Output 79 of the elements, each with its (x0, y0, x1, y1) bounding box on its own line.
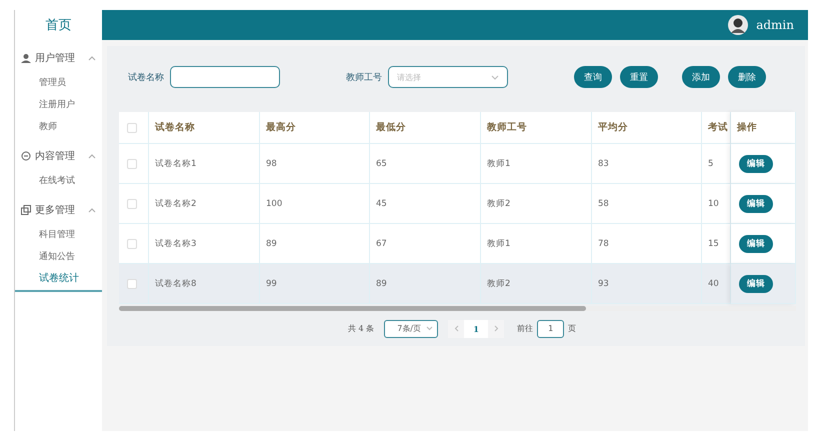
menu-item[interactable]: 在线考试 (15, 170, 102, 192)
page-input[interactable]: 1 (537, 320, 564, 338)
field-label: 试卷名称 (128, 72, 164, 84)
edit-button[interactable]: 编辑 (739, 194, 773, 213)
table-cell: 试卷名称8 (155, 278, 196, 290)
table-cell: 试卷名称2 (155, 198, 196, 210)
table-cell: 67 (376, 238, 387, 249)
checkbox[interactable] (127, 238, 137, 249)
table-cell: 93 (598, 278, 609, 289)
chat-bubble-icon (21, 151, 31, 161)
edit-button[interactable]: 编辑 (739, 274, 773, 293)
copy-icon (21, 205, 31, 215)
table-cell: 教师2 (487, 278, 510, 290)
next-page-button[interactable] (488, 320, 504, 338)
table-cell: 45 (376, 198, 387, 209)
checkbox[interactable] (127, 198, 137, 209)
table-row[interactable]: 试卷名称8 99 89 教师2 93 40 编辑 (119, 264, 796, 304)
total-count: 共 4 条 (348, 323, 374, 334)
table-cell: 教师1 (487, 238, 510, 250)
menu-item[interactable]: 管理员 (15, 72, 102, 94)
table-cell: 58 (598, 198, 609, 209)
column-header: 教师工号 (487, 121, 527, 134)
input-field[interactable] (170, 66, 280, 88)
menu-item[interactable]: 教师 (15, 116, 102, 138)
table-cell: 5 (708, 158, 714, 169)
table-cell: 15 (708, 238, 719, 249)
column-header: 最高分 (266, 121, 296, 134)
table-cell: 试卷名称3 (155, 238, 196, 250)
checkbox[interactable] (127, 158, 137, 169)
chevron-left-icon (454, 325, 459, 332)
prev-page-button[interactable] (448, 320, 464, 338)
table-cell: 40 (708, 278, 719, 289)
table-cell: 教师2 (487, 198, 510, 210)
menu-item[interactable]: 注册用户 (15, 94, 102, 116)
chevron-down-icon (426, 326, 434, 332)
table-cell: 教师1 (487, 158, 510, 170)
edit-button[interactable]: 编辑 (739, 234, 773, 253)
table-row[interactable]: 试卷名称1 98 65 教师1 83 5 编辑 (119, 144, 796, 184)
menu-group-label[interactable]: 更多管理 (35, 203, 75, 217)
checkbox[interactable] (127, 122, 137, 133)
checkbox[interactable] (127, 278, 137, 289)
menu-group-label[interactable]: 内容管理 (35, 149, 75, 163)
table-cell: 78 (598, 238, 609, 249)
page-number[interactable]: 1 (464, 320, 488, 338)
action-button[interactable]: 重置 (620, 66, 658, 88)
scrollbar-thumb[interactable] (119, 306, 586, 312)
table-cell: 10 (708, 198, 719, 209)
table-cell: 89 (266, 238, 277, 249)
chevron-right-icon (494, 325, 499, 332)
page-size-select[interactable]: 7条/页 (384, 320, 438, 338)
table-row[interactable]: 试卷名称3 89 67 教师1 78 15 编辑 (119, 224, 796, 264)
menu-item[interactable]: 通知公告 (15, 246, 102, 268)
user-icon (21, 53, 31, 63)
menu-item[interactable]: 科目管理 (15, 224, 102, 246)
page-unit: 页 (568, 323, 576, 334)
table-cell: 99 (266, 278, 277, 289)
table-cell: 98 (266, 158, 277, 169)
goto-label: 前往 (517, 323, 534, 334)
table-cell: 试卷名称1 (155, 158, 196, 170)
avatar-icon (728, 15, 748, 35)
table-row[interactable]: 试卷名称2 100 45 教师2 58 10 编辑 (119, 184, 796, 224)
column-header: 最低分 (376, 121, 406, 134)
action-button[interactable]: 添加 (682, 66, 720, 88)
table-cell: 83 (598, 158, 609, 169)
column-header: 考试 (708, 121, 728, 134)
chevron-down-icon (491, 74, 499, 80)
table-cell: 89 (376, 278, 387, 289)
home-link[interactable]: 首页 (15, 10, 102, 40)
field-label: 教师工号 (346, 72, 382, 84)
column-header: 试卷名称 (155, 121, 195, 134)
table-cell: 100 (266, 198, 282, 209)
table-cell: 65 (376, 158, 387, 169)
column-header: 平均分 (598, 121, 628, 134)
username[interactable]: admin (756, 18, 794, 32)
column-header: 操作 (737, 121, 757, 134)
action-button[interactable]: 删除 (728, 66, 766, 88)
menu-group-label[interactable]: 用户管理 (35, 51, 75, 65)
action-button[interactable]: 查询 (574, 66, 612, 88)
edit-button[interactable]: 编辑 (739, 154, 773, 173)
